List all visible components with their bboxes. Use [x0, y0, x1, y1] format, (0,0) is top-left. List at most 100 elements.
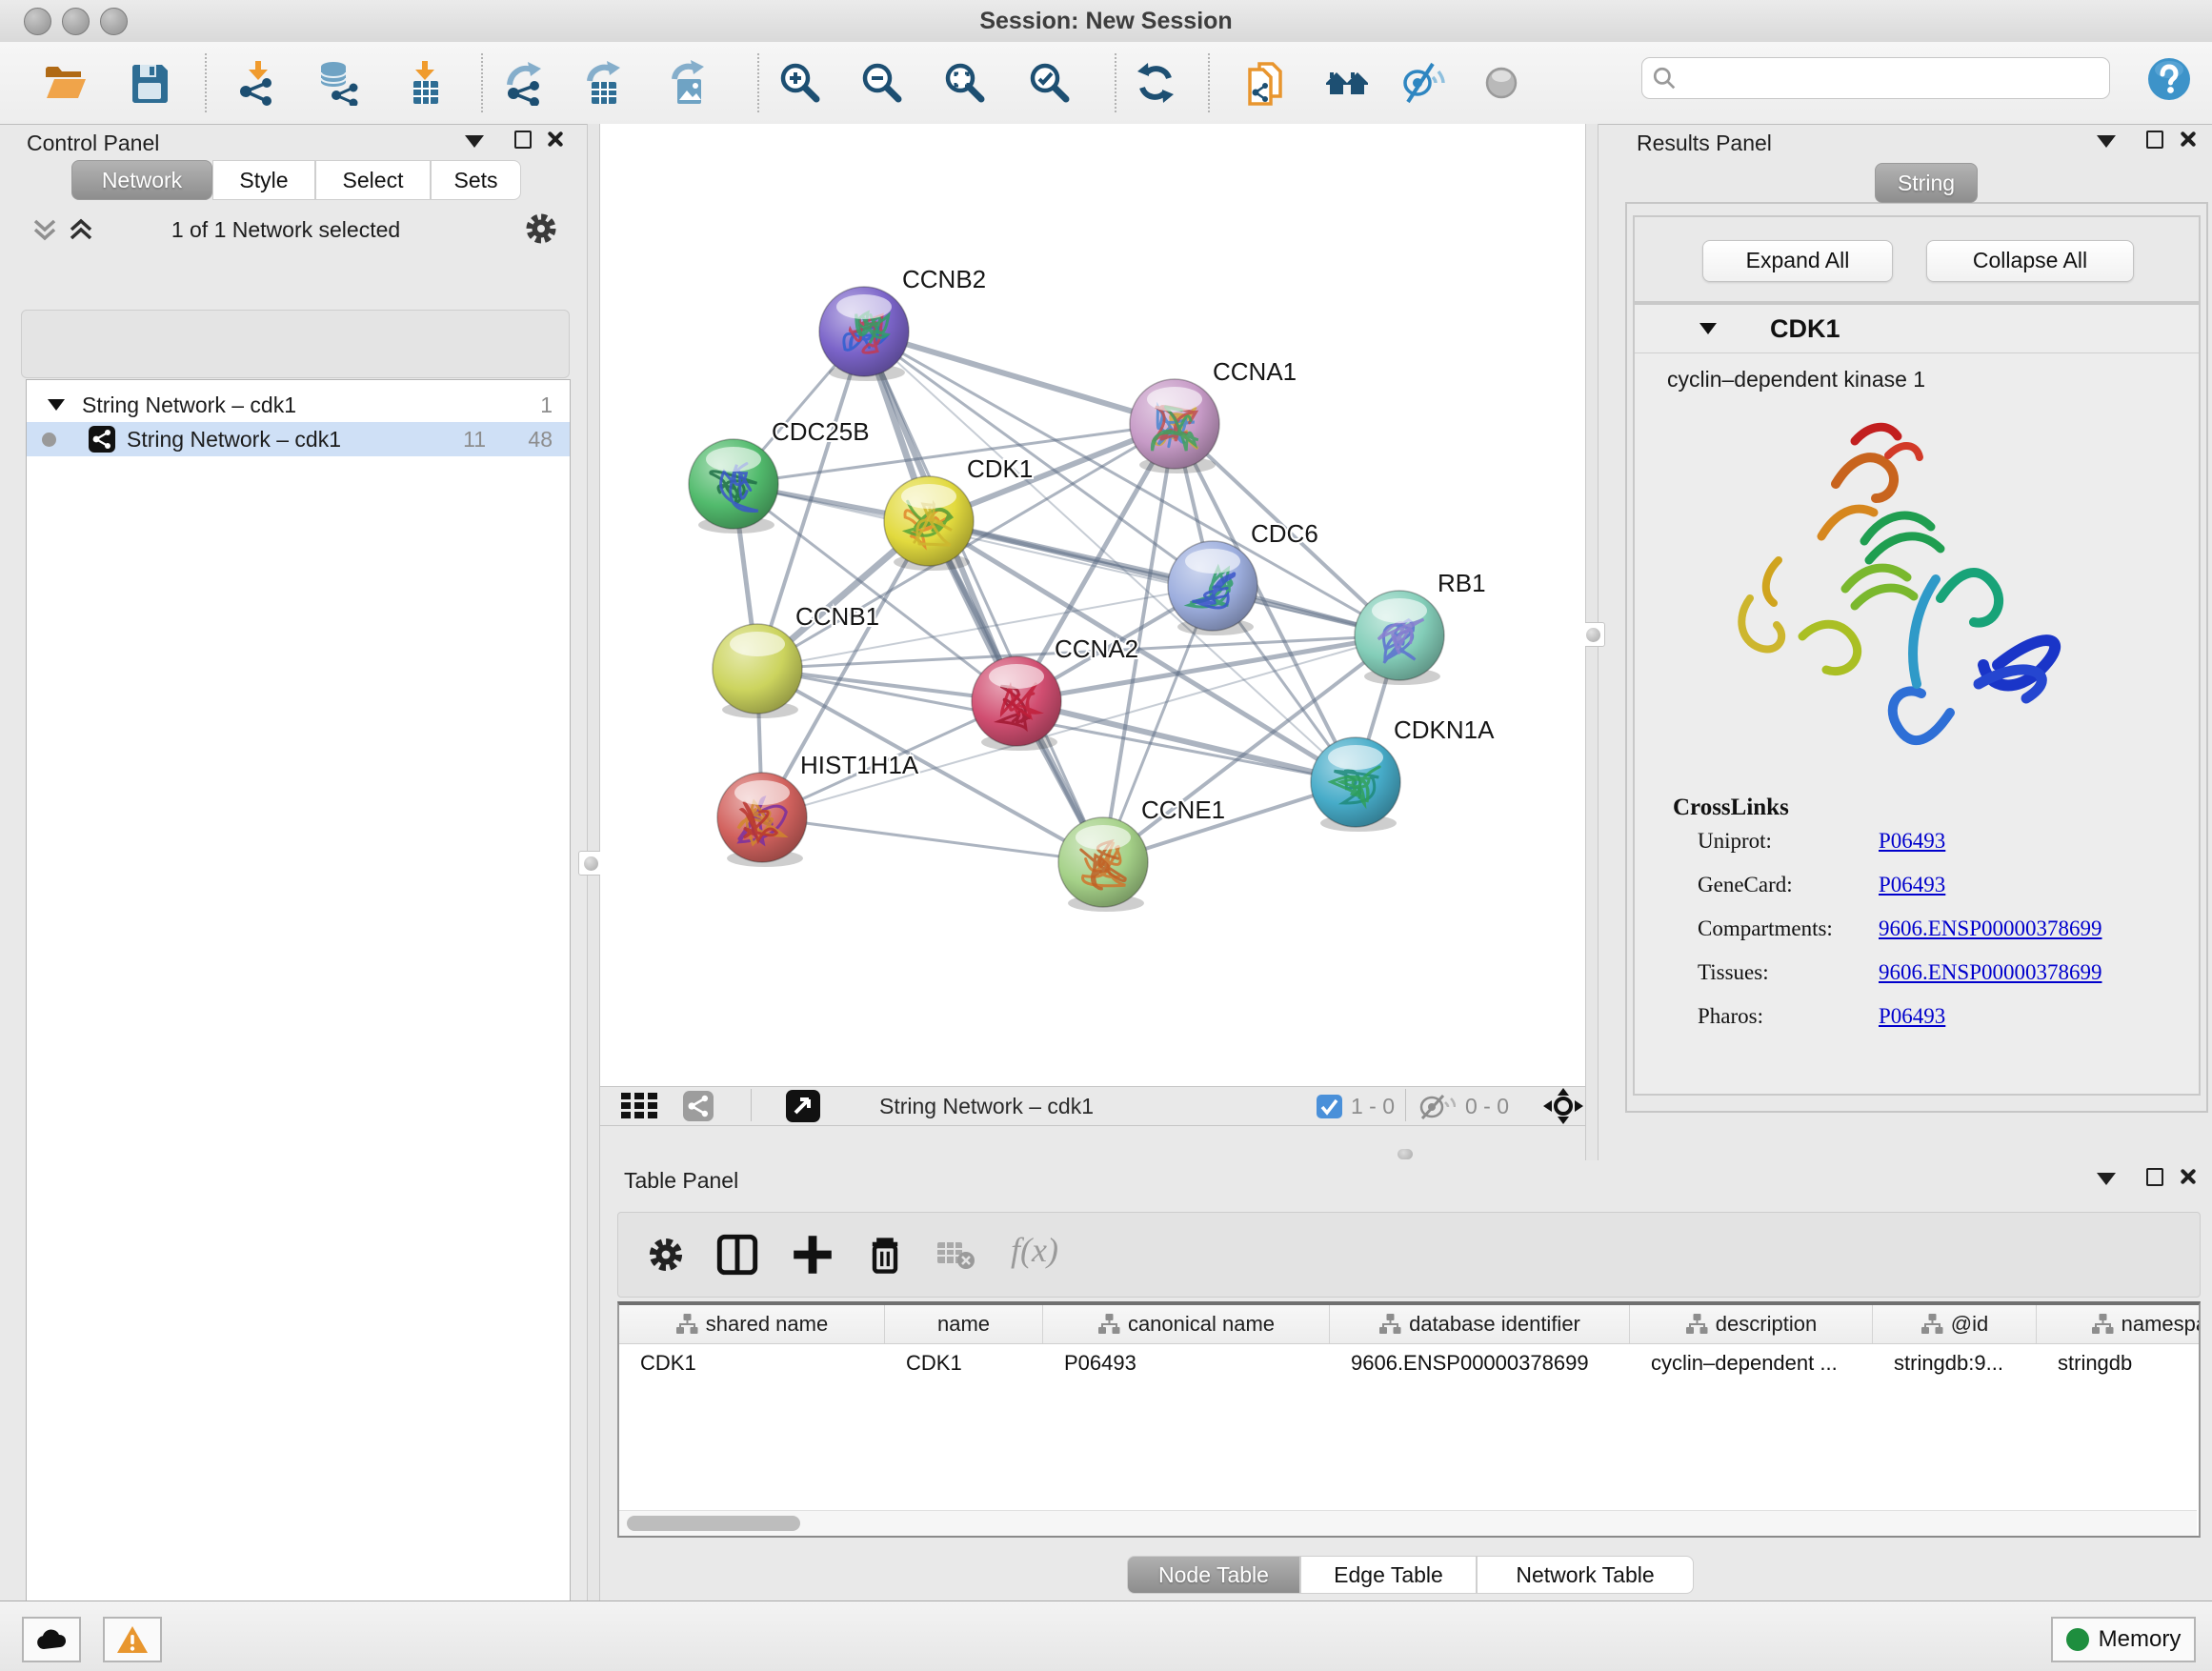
collapse-all-networks-icon[interactable] [30, 215, 59, 244]
column-header-shared-name[interactable]: shared name [619, 1305, 885, 1343]
create-column-icon[interactable] [792, 1234, 834, 1276]
column-header-database-identifier[interactable]: database identifier [1330, 1305, 1630, 1343]
network-canvas[interactable]: CCNB2CCNA1CDC25BCDK1CDC6RB1CCNB1CCNA2CDK… [600, 124, 1585, 1086]
cloud-button[interactable] [22, 1617, 81, 1662]
hide-glasses-icon[interactable] [1400, 60, 1446, 106]
gene-section-header[interactable]: CDK1 [1635, 305, 2199, 353]
bottom-splitter-grip[interactable] [1398, 1149, 1413, 1159]
panel-menu-icon[interactable] [2097, 1173, 2116, 1185]
cell-namespace[interactable]: stringdb [2037, 1344, 2201, 1382]
node-label-CCNB2: CCNB2 [902, 265, 986, 293]
collapse-section-icon[interactable] [1699, 323, 1717, 334]
close-panel-icon[interactable] [2178, 130, 2197, 149]
collapse-all-button[interactable]: Collapse All [1926, 240, 2134, 282]
float-panel-icon[interactable] [2146, 131, 2163, 149]
gene-name: CDK1 [1770, 314, 1840, 344]
navbar-separator [751, 1089, 752, 1121]
cell--id[interactable]: stringdb:9... [1873, 1344, 2037, 1382]
delete-column-icon[interactable] [864, 1234, 906, 1276]
warnings-button[interactable] [103, 1617, 162, 1662]
birdseye-view-icon[interactable] [1543, 1088, 1583, 1124]
help-icon[interactable] [2146, 56, 2192, 102]
string-home-icon[interactable] [1324, 60, 1370, 106]
network-node-CDK1[interactable]: CDK1 [884, 454, 1033, 571]
memory-button[interactable]: Memory [2051, 1617, 2196, 1662]
table-row[interactable]: CDK1CDK1P064939606.ENSP00000378699cyclin… [619, 1344, 2199, 1382]
network-tree-root-row[interactable]: String Network – cdk1 1 [27, 388, 570, 422]
network-node-CCNB1[interactable]: CCNB1 [713, 602, 879, 718]
collapse-node-icon[interactable] [48, 399, 65, 411]
cell-database-identifier[interactable]: 9606.ENSP00000378699 [1330, 1344, 1630, 1382]
cell-name[interactable]: CDK1 [885, 1344, 1043, 1382]
column-header-namespace[interactable]: namespace [2037, 1305, 2201, 1343]
import-table-file-icon[interactable] [402, 60, 448, 106]
close-panel-icon[interactable] [2178, 1167, 2197, 1186]
show-eye-icon[interactable] [1478, 60, 1524, 106]
search-field[interactable] [1641, 57, 2110, 99]
crosslink-link[interactable]: 9606.ENSP00000378699 [1879, 960, 2102, 985]
tab-edge-table[interactable]: Edge Table [1300, 1556, 1477, 1594]
network-node-CDC25B[interactable]: CDC25B [689, 417, 870, 534]
tab-network[interactable]: Network [71, 160, 212, 200]
cell-shared-name[interactable]: CDK1 [619, 1344, 885, 1382]
column-header--id[interactable]: @id [1873, 1305, 2037, 1343]
refresh-icon[interactable] [1133, 60, 1178, 106]
grid-view-icon[interactable] [621, 1093, 663, 1119]
zoom-fit-icon[interactable] [942, 60, 988, 106]
network-edge-CCNB2-CCNA1[interactable] [864, 332, 1175, 424]
network-edge-CCNB2-CCNE1[interactable] [864, 332, 1103, 862]
column-header-canonical-name[interactable]: canonical name [1043, 1305, 1330, 1343]
network-node-CCNA1[interactable]: CCNA1 [1130, 357, 1297, 473]
crosslink-link[interactable]: P06493 [1879, 873, 1945, 897]
import-network-file-icon[interactable] [235, 60, 281, 106]
selected-checkbox-icon[interactable] [1317, 1095, 1342, 1118]
network-node-HIST1H1A[interactable]: HIST1H1A [717, 751, 919, 867]
float-panel-icon[interactable] [2146, 1168, 2163, 1186]
float-panel-icon[interactable] [514, 131, 532, 149]
results-gene-section: CDK1 cyclin–dependent kinase 1 [1633, 303, 2201, 1096]
share-document-icon[interactable] [1244, 60, 1290, 106]
zoom-out-icon[interactable] [859, 60, 905, 106]
panel-menu-icon[interactable] [465, 135, 484, 148]
tab-node-table[interactable]: Node Table [1127, 1556, 1300, 1594]
current-network-view-icon[interactable] [682, 1091, 714, 1121]
export-table-icon[interactable] [582, 60, 628, 106]
save-session-icon[interactable] [127, 60, 172, 106]
tab-style[interactable]: Style [212, 160, 315, 200]
tab-select[interactable]: Select [315, 160, 431, 200]
panel-menu-icon[interactable] [2097, 135, 2116, 148]
network-edge-CCNE1-HIST1H1A[interactable] [762, 817, 1103, 862]
detach-view-icon[interactable] [786, 1090, 820, 1122]
table-options-gear-icon[interactable] [645, 1234, 687, 1276]
show-columns-icon[interactable] [716, 1234, 758, 1276]
network-node-RB1[interactable]: RB1 [1355, 569, 1486, 685]
cell-canonical-name[interactable]: P06493 [1043, 1344, 1330, 1382]
zoom-in-icon[interactable] [777, 60, 823, 106]
crosslink-link[interactable]: 9606.ENSP00000378699 [1879, 916, 2102, 941]
network-tree-child-row[interactable]: String Network – cdk1 11 48 [27, 422, 570, 456]
table-horizontal-scrollbar[interactable] [619, 1510, 2197, 1536]
tab-sets[interactable]: Sets [431, 160, 521, 200]
search-input[interactable] [1677, 65, 2100, 91]
network-node-CDKN1A[interactable]: CDKN1A [1311, 715, 1495, 832]
crosslink-link[interactable]: P06493 [1879, 829, 1945, 854]
network-options-gear-icon[interactable] [522, 210, 560, 248]
scrollbar-thumb[interactable] [627, 1516, 800, 1531]
column-header-name[interactable]: name [885, 1305, 1043, 1343]
zoom-selected-icon[interactable] [1027, 60, 1073, 106]
tab-network-table[interactable]: Network Table [1477, 1556, 1694, 1594]
open-session-icon[interactable] [42, 60, 88, 106]
crosslink-link[interactable]: P06493 [1879, 1004, 1945, 1029]
column-header-description[interactable]: description [1630, 1305, 1873, 1343]
network-node-CCNE1[interactable]: CCNE1 [1058, 795, 1225, 912]
import-network-database-icon[interactable] [315, 60, 361, 106]
close-panel-icon[interactable] [545, 130, 564, 149]
export-image-icon[interactable] [667, 60, 713, 106]
network-node-CCNB2[interactable]: CCNB2 [819, 265, 986, 381]
export-network-icon[interactable] [502, 60, 548, 106]
tab-string[interactable]: String [1875, 163, 1978, 203]
expand-all-networks-icon[interactable] [67, 215, 95, 244]
crosslink-row: Tissues:9606.ENSP00000378699 [1698, 960, 2199, 985]
cell-description[interactable]: cyclin–dependent ... [1630, 1344, 1873, 1382]
expand-all-button[interactable]: Expand All [1702, 240, 1893, 282]
